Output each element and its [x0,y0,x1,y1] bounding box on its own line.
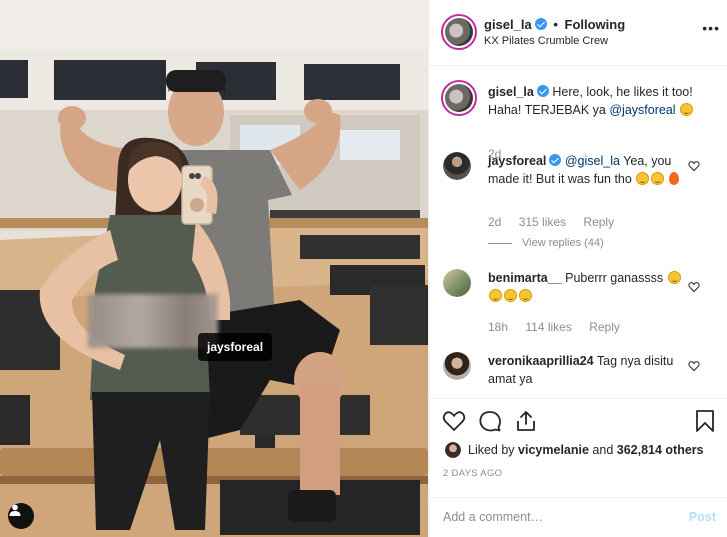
header-title-row: gisel_la • Following [484,17,625,32]
comment-body: Puberrr ganassss [561,271,667,285]
liked-by-count[interactable]: 362,814 others [617,443,704,457]
verified-badge-icon [549,154,562,166]
comment-likes[interactable]: 114 likes [525,320,571,334]
comment-mention[interactable]: @gisel_la [565,154,620,168]
grin-emoji-icon [651,172,665,185]
add-comment-input[interactable] [443,506,663,528]
user-tags-button[interactable] [8,503,34,529]
commenter-avatar[interactable] [443,152,471,180]
comment-text: veronikaaprillia24 Tag nya disitu amat y… [488,352,698,388]
comments-list[interactable]: gisel_la Here, look, he likes it too! Ha… [429,66,727,398]
caption-text: gisel_la Here, look, he likes it too! Ha… [488,83,698,119]
rofl-emoji-icon [519,289,532,302]
comment-text: benimarta__ Puberrr ganassss [488,269,698,305]
liked-by-prefix: Liked by [468,443,515,457]
author-username[interactable]: gisel_la [484,17,532,32]
comment-username[interactable]: benimarta__ [488,271,562,285]
fire-emoji-icon [668,172,679,185]
rofl-emoji-icon [667,271,681,284]
rofl-emoji-icon [504,289,517,302]
comment-item: benimarta__ Puberrr ganassss 18h 114 lik… [429,269,727,335]
caption-avatar[interactable] [441,80,477,116]
more-options-icon[interactable]: ••• [702,20,720,36]
commenter-avatar[interactable] [443,269,471,297]
comment-text: jaysforeal @gisel_la Yea, you made it! B… [488,152,698,188]
likes-summary: Liked by vicymelanie and 362,814 others [445,442,704,458]
reply-button[interactable]: Reply [583,215,614,229]
post-actions: Liked by vicymelanie and 362,814 others … [429,398,727,537]
add-comment-bar: Post [429,497,727,537]
comment-username[interactable]: veronikaaprillia24 [488,354,594,368]
caption-username[interactable]: gisel_la [488,85,534,99]
post-photo[interactable]: jaysforeal [0,0,428,537]
like-heart-icon[interactable] [442,409,466,433]
rofl-emoji-icon [489,289,502,302]
following-button[interactable]: Following [565,17,626,32]
post-timestamp[interactable]: 2 DAYS AGO [443,468,502,479]
liker-avatar[interactable] [445,442,461,458]
person-icon [9,504,21,516]
header-separator: • [553,17,558,32]
like-comment-heart-icon[interactable] [688,160,700,172]
comment-time: 18h [488,320,509,334]
location-link[interactable]: KX Pilates Crumble Crew [484,35,608,47]
user-tag-label[interactable]: jaysforeal [198,333,273,361]
comment-meta: 2d 315 likes Reply [488,215,628,229]
verified-badge-icon [534,18,547,30]
comment-likes[interactable]: 315 likes [519,215,566,229]
share-upload-icon[interactable] [514,409,538,433]
comment-time: 2d [488,215,502,229]
comment-item: veronikaaprillia24 Tag nya disitu amat y… [429,352,727,398]
caption: gisel_la Here, look, he likes it too! Ha… [429,80,727,161]
comment-username[interactable]: jaysforeal [488,154,546,168]
photo-scene [0,0,428,537]
caption-mention[interactable]: @jaysforeal [609,103,675,117]
rofl-emoji-icon [636,172,650,185]
view-replies-button[interactable]: View replies (44) [488,237,604,249]
like-comment-heart-icon[interactable] [688,281,700,293]
comment-item: jaysforeal @gisel_la Yea, you made it! B… [429,152,727,252]
author-avatar[interactable] [441,14,477,50]
bookmark-save-icon[interactable] [695,409,715,433]
commenter-avatar[interactable] [443,352,471,380]
verified-badge-icon [536,85,549,97]
post-comment-button[interactable]: Post [689,510,716,524]
reply-button[interactable]: Reply [589,320,620,334]
post-sidebar: gisel_la • Following KX Pilates Crumble … [428,0,727,537]
comment-meta: 18h 114 likes Reply [488,320,634,334]
liked-by-and: and [592,443,614,457]
comment-bubble-icon[interactable] [478,409,502,433]
like-comment-heart-icon[interactable] [688,360,700,372]
grinning-emoji-icon [680,103,694,116]
post-header: gisel_la • Following KX Pilates Crumble … [429,0,727,66]
liked-by-user[interactable]: vicymelanie [518,443,589,457]
